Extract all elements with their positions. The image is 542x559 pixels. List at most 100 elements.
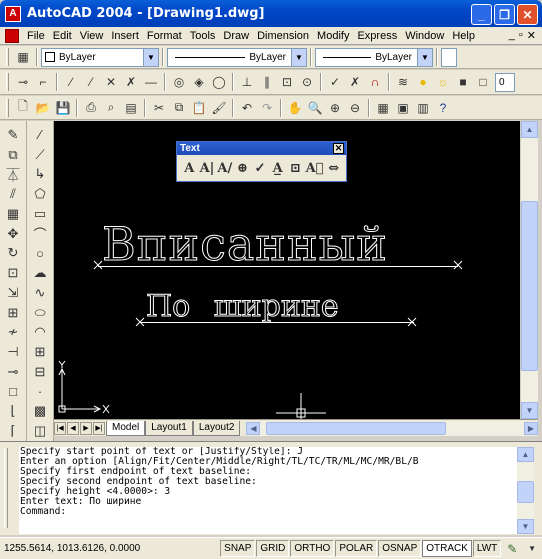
doc-close-button[interactable]: ✕ — [527, 29, 536, 42]
restore-button[interactable]: ❐ — [494, 4, 515, 25]
single-line-text-icon[interactable]: A| — [200, 159, 215, 177]
spell-check-icon[interactable]: ✓ — [253, 159, 268, 177]
scale-text-icon[interactable]: ⊡ — [288, 159, 303, 177]
vertical-scroll-thumb[interactable] — [521, 201, 538, 371]
zoom-realtime-icon[interactable]: 🔍 — [306, 99, 324, 117]
undo-icon[interactable]: ↶ — [238, 99, 256, 117]
command-window-grip[interactable] — [4, 448, 8, 528]
none-snap-icon[interactable]: ✗ — [346, 73, 364, 91]
break-point-icon[interactable]: ⊸ — [3, 362, 23, 382]
toolbar-grip[interactable] — [6, 48, 9, 66]
print-preview-icon[interactable]: ⌕ — [102, 99, 120, 117]
plotstyle-combo[interactable] — [441, 47, 457, 67]
otrack-toggle[interactable]: OTRACK — [422, 540, 472, 557]
design-center-icon[interactable]: ▣ — [394, 99, 412, 117]
menu-draw[interactable]: Draw — [219, 30, 253, 42]
menu-file[interactable]: File — [23, 30, 49, 42]
doc-minimize-button[interactable]: _ — [509, 29, 515, 42]
erase-icon[interactable]: ✎ — [3, 125, 23, 145]
scroll-down-icon[interactable]: ▼ — [517, 519, 534, 534]
stretch-icon[interactable]: ⇲ — [3, 283, 23, 303]
minimize-button[interactable]: _ — [471, 4, 492, 25]
node-icon[interactable]: ⊙ — [298, 73, 316, 91]
nearest-icon[interactable]: ✓ — [326, 73, 344, 91]
menu-window[interactable]: Window — [401, 30, 448, 42]
layer-color-icon[interactable]: □ — [474, 73, 492, 91]
command-prompt[interactable]: Command: — [20, 507, 517, 517]
circle-icon[interactable]: ○ — [30, 244, 50, 264]
make-block-icon[interactable]: ⊟ — [30, 362, 50, 382]
tab-layout1[interactable]: Layout1 — [145, 420, 193, 436]
horizontal-scrollbar[interactable]: ◀ ▶ — [246, 420, 538, 436]
tool-palettes-icon[interactable]: ▥ — [414, 99, 432, 117]
tangent-icon[interactable]: ◯ — [210, 73, 228, 91]
construction-line-icon[interactable]: ⟋ — [30, 145, 50, 165]
lengthen-icon[interactable]: ⊞ — [3, 303, 23, 323]
menu-view[interactable]: View — [76, 30, 108, 42]
scroll-right-icon[interactable]: ▶ — [524, 421, 538, 435]
pan-icon[interactable]: ✋ — [286, 99, 304, 117]
move-icon[interactable]: ✥ — [3, 224, 23, 244]
copy-icon[interactable]: ⧉ — [170, 99, 188, 117]
horizontal-scroll-thumb[interactable] — [266, 421, 447, 435]
match-properties-icon[interactable]: 🖌 — [210, 99, 228, 117]
save-icon[interactable]: 💾 — [54, 99, 72, 117]
copy-object-icon[interactable]: ⧉ — [3, 145, 23, 165]
edit-text-icon[interactable]: A/ — [217, 159, 232, 177]
multiline-text-icon[interactable]: A — [182, 159, 197, 177]
apparent-intersection-icon[interactable]: ✗ — [122, 73, 140, 91]
paste-icon[interactable]: 📋 — [190, 99, 208, 117]
color-combo[interactable]: ByLayer ▼ — [41, 47, 159, 67]
parallel-icon[interactable]: ∥ — [258, 73, 276, 91]
lock-icon[interactable]: ■ — [454, 73, 472, 91]
insert-snap-icon[interactable]: ⊡ — [278, 73, 296, 91]
spline-icon[interactable]: ∿ — [30, 283, 50, 303]
layer-icon[interactable]: ▦ — [14, 48, 32, 66]
osnap-toggle[interactable]: OSNAP — [378, 540, 422, 557]
osnap-settings-icon[interactable]: ∩ — [366, 73, 384, 91]
convert-distance-icon[interactable]: ⇔ — [326, 159, 341, 177]
sun-icon[interactable]: ☼ — [434, 73, 452, 91]
polygon-icon[interactable]: ⬠ — [30, 184, 50, 204]
tab-model[interactable]: Model — [106, 420, 146, 436]
arc-icon[interactable]: ⌒ — [30, 224, 50, 244]
command-history[interactable]: Specify start point of text or [Justify/… — [19, 447, 517, 534]
lwt-toggle[interactable]: LWT — [472, 540, 502, 557]
first-tab-icon[interactable]: |◀ — [54, 421, 66, 435]
intersection-icon[interactable]: ✕ — [102, 73, 120, 91]
region-icon[interactable]: ◫ — [30, 421, 50, 441]
snap-from-icon[interactable]: ⌐ — [34, 73, 52, 91]
scroll-up-icon[interactable]: ▲ — [521, 121, 538, 138]
ellipse-arc-icon[interactable]: ◠ — [30, 323, 50, 343]
perpendicular-icon[interactable]: ⊥ — [238, 73, 256, 91]
rectangle-icon[interactable]: ▭ — [30, 204, 50, 224]
redo-icon[interactable]: ↷ — [258, 99, 276, 117]
lightbulb-icon[interactable]: ● — [414, 73, 432, 91]
menu-insert[interactable]: Insert — [107, 30, 143, 42]
endpoint-icon[interactable]: ∕ — [62, 73, 80, 91]
zoom-window-icon[interactable]: ⊕ — [326, 99, 344, 117]
zoom-previous-icon[interactable]: ⊖ — [346, 99, 364, 117]
next-tab-icon[interactable]: ▶ — [80, 421, 92, 435]
offset-icon[interactable]: ⫽ — [3, 184, 23, 204]
toolbar-grip[interactable] — [6, 73, 9, 91]
tray-settings-icon[interactable]: ✎ — [503, 540, 521, 558]
menu-dimension[interactable]: Dimension — [253, 30, 313, 42]
command-scroll-thumb[interactable] — [517, 481, 534, 503]
chevron-down-icon[interactable]: ▼ — [523, 540, 541, 558]
insert-block-icon[interactable]: ⊞ — [30, 342, 50, 362]
menu-express[interactable]: Express — [353, 30, 401, 42]
ortho-toggle[interactable]: ORTHO — [290, 540, 335, 557]
polar-toggle[interactable]: POLAR — [335, 540, 378, 557]
ellipse-icon[interactable]: ⬭ — [30, 303, 50, 323]
cut-icon[interactable]: ✂ — [150, 99, 168, 117]
rotate-icon[interactable]: ↻ — [3, 244, 23, 264]
prev-tab-icon[interactable]: ◀ — [67, 421, 79, 435]
toolbar-grip[interactable] — [6, 98, 9, 117]
help-icon[interactable]: ? — [434, 99, 452, 117]
layer-combo[interactable]: 0 — [495, 72, 515, 92]
autocad-app-icon[interactable]: A — [5, 5, 21, 22]
scroll-up-icon[interactable]: ▲ — [517, 447, 534, 462]
line-icon[interactable]: ∕ — [30, 125, 50, 145]
scale-icon[interactable]: ⊡ — [3, 263, 23, 283]
